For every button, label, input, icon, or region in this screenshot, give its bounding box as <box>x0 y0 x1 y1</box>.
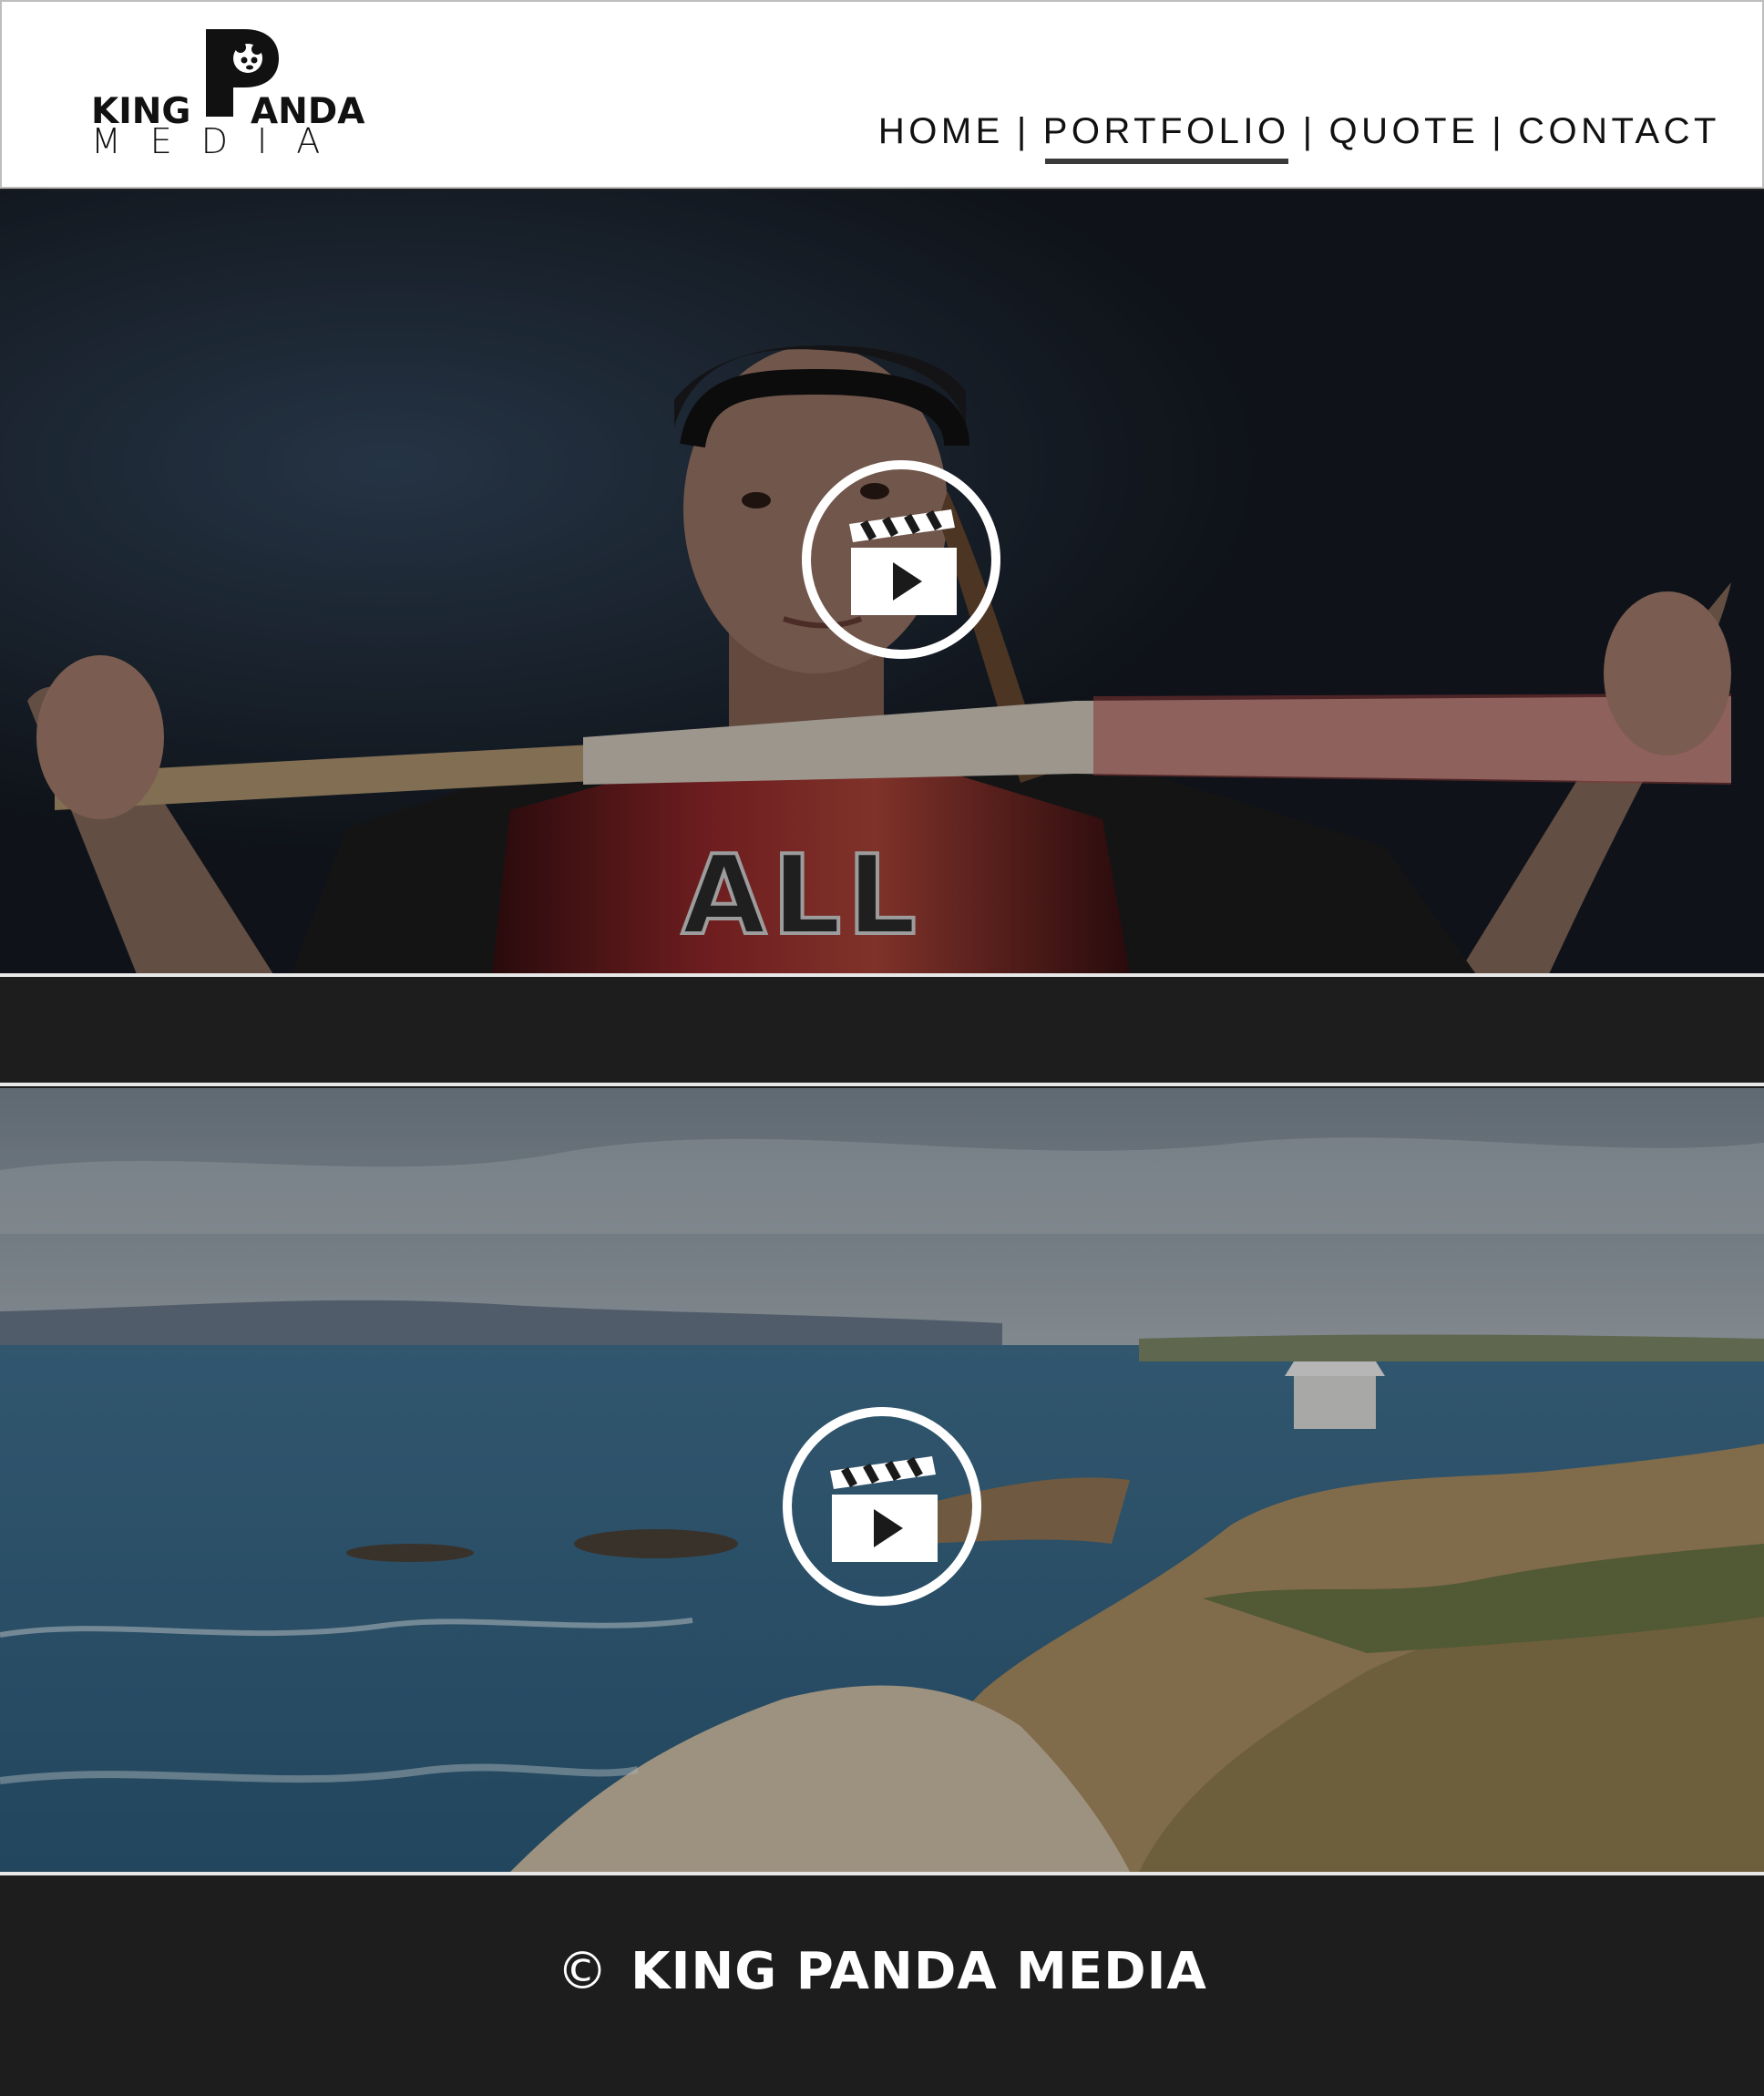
copyright-symbol: © <box>557 1942 610 2001</box>
nav-separator: | <box>1016 111 1031 151</box>
nav-contact-link[interactable]: CONTACT <box>1518 111 1720 152</box>
footer-copyright: © KING PANDA MEDIA <box>0 1942 1764 2001</box>
clapperboard-play-icon <box>830 1456 938 1562</box>
nav-portfolio-link[interactable]: PORTFOLIO <box>1043 111 1290 164</box>
play-video-button[interactable] <box>783 1407 981 1606</box>
logo-text-media: MEDIA <box>91 121 350 161</box>
portfolio-video-thumbnail-softball[interactable]: ALL <box>0 190 1764 973</box>
panel-divider <box>0 1872 1764 1875</box>
portfolio-video-thumbnail-beach[interactable] <box>0 1088 1764 1872</box>
nav-quote-link[interactable]: QUOTE <box>1329 111 1480 152</box>
panel-divider <box>0 973 1764 977</box>
nav-separator: | <box>1302 111 1317 151</box>
panel-divider <box>0 1083 1764 1086</box>
king-panda-media-logo[interactable]: KING ANDA MEDIA <box>91 27 364 164</box>
main-nav: HOME | PORTFOLIO | QUOTE | CONTACT <box>878 111 1720 164</box>
nav-separator: | <box>1492 111 1506 151</box>
nav-home-link[interactable]: HOME <box>878 111 1004 152</box>
footer-brand-text: KING PANDA MEDIA <box>631 1942 1207 2001</box>
clapperboard-play-icon <box>849 509 957 615</box>
play-video-button[interactable] <box>802 460 1000 659</box>
site-header: KING ANDA MEDIA HOME | PORTFOLIO | QUOTE… <box>0 0 1764 189</box>
